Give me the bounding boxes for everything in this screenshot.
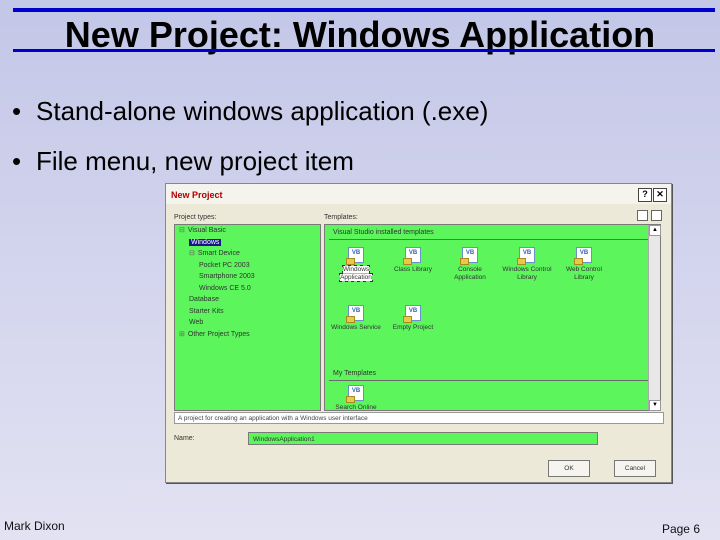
dialog-titlebar: New Project ? ✕ xyxy=(166,184,671,204)
web-control-library-icon: VB xyxy=(574,247,592,265)
group-divider xyxy=(329,380,649,381)
template-name: Windows Service xyxy=(331,324,381,331)
tree-item[interactable]: Pocket PC 2003 xyxy=(179,260,255,272)
installed-templates-heading: Visual Studio installed templates xyxy=(333,229,434,236)
tree-item-label: Pocket PC 2003 xyxy=(199,261,250,269)
tree-item-label: Visual Basic xyxy=(187,227,226,234)
tree-item-label: Web xyxy=(189,319,204,326)
footer-author: Mark Dixon xyxy=(4,519,65,533)
help-button[interactable]: ? xyxy=(638,188,652,202)
footer-page-number: Page 6 xyxy=(661,522,700,536)
project-name-input[interactable]: WindowsApplication1 xyxy=(248,432,598,445)
template-name: Console Application xyxy=(454,266,486,281)
tree-item-label: Windows CE 5.0 xyxy=(199,284,251,292)
bullet-marker: • xyxy=(12,146,22,176)
tree-item-label: Database xyxy=(189,296,219,303)
bullet-item: • File menu, new project item xyxy=(12,136,488,186)
large-icons-view-icon[interactable] xyxy=(637,210,648,221)
tree-item[interactable]: Web xyxy=(179,317,255,329)
tree-item-label: Smart Device xyxy=(197,250,240,257)
template-item[interactable]: VB Web Control Library xyxy=(559,247,609,282)
template-name: Class Library xyxy=(394,266,432,273)
template-name: Windows Control Library xyxy=(502,266,552,281)
class-library-icon: VB xyxy=(403,247,421,265)
new-project-dialog: New Project ? ✕ Project types: Templates… xyxy=(165,183,672,483)
my-templates-heading: My Templates xyxy=(333,370,377,377)
template-item[interactable]: VB Empty Project xyxy=(388,305,438,332)
tree-item[interactable]: ⊟ Smart Device xyxy=(179,248,255,260)
templates-scrollbar[interactable]: ▲ ▼ xyxy=(648,225,661,411)
templates-label: Templates: xyxy=(324,214,358,221)
tree-item-label: Smartphone 2003 xyxy=(199,273,255,280)
tree-list: ⊟ Visual Basic Windows ⊟ Smart Device Pocket … xyxy=(179,225,255,340)
template-item[interactable]: VB Class Library xyxy=(388,247,438,274)
scroll-down-icon[interactable]: ▼ xyxy=(649,400,661,411)
empty-project-icon: VB xyxy=(403,305,421,323)
bullet-marker: • xyxy=(12,96,22,126)
tree-item-label: Windows xyxy=(189,238,222,246)
expand-icon[interactable]: ⊞ xyxy=(179,331,185,338)
bullet-text: File menu, new project item xyxy=(36,146,354,176)
template-item[interactable]: VB Console Application xyxy=(445,247,495,282)
dialog-title: New Project xyxy=(171,190,223,200)
title-rule-bottom xyxy=(13,49,715,52)
template-name: Windows Application xyxy=(339,265,373,282)
tree-item-label: Other Project Types xyxy=(187,330,250,338)
search-online-templates-icon: VB xyxy=(346,385,364,403)
tree-item-label: Starter Kits xyxy=(189,307,224,315)
collapse-icon[interactable]: ⊟ xyxy=(179,227,185,234)
collapse-icon[interactable]: ⊟ xyxy=(189,250,195,257)
project-types-label: Project types: xyxy=(174,214,217,221)
tree-item[interactable]: Windows CE 5.0 xyxy=(179,283,255,295)
template-item[interactable]: VB Windows Control Library xyxy=(502,247,552,282)
bullet-item: • Stand-alone windows application (.exe) xyxy=(12,86,488,136)
template-description: A project for creating an application wi… xyxy=(174,412,664,424)
group-divider xyxy=(329,239,649,240)
bullet-text: Stand-alone windows application (.exe) xyxy=(36,96,489,126)
ok-button[interactable]: OK xyxy=(548,460,590,477)
tree-item[interactable]: Database xyxy=(179,294,255,306)
windows-application-icon: VB xyxy=(346,247,364,265)
project-types-tree[interactable]: ⊟ Visual Basic Windows ⊟ Smart Device Pocket … xyxy=(174,224,321,411)
template-item[interactable]: VB Windows Service xyxy=(331,305,381,332)
close-button[interactable]: ✕ xyxy=(653,188,667,202)
tree-item[interactable]: ⊞ Other Project Types xyxy=(179,329,255,341)
template-name: Web Control Library xyxy=(565,266,602,281)
bullet-list: • Stand-alone windows application (.exe)… xyxy=(12,86,488,186)
tree-item[interactable]: ⊟ Visual Basic xyxy=(179,225,255,237)
templates-list[interactable]: Visual Studio installed templates VB Wind… xyxy=(324,224,661,419)
name-label: Name: xyxy=(174,435,195,442)
windows-control-library-icon: VB xyxy=(517,247,535,265)
tree-item[interactable]: Smartphone 2003 xyxy=(179,271,255,283)
cancel-button[interactable]: Cancel xyxy=(614,460,656,477)
tree-item[interactable]: Windows xyxy=(179,237,255,249)
tree-item[interactable]: Starter Kits xyxy=(179,306,255,318)
scroll-up-icon[interactable]: ▲ xyxy=(649,225,661,236)
slide-title: New Project: Windows Application xyxy=(64,14,656,55)
small-icons-view-icon[interactable] xyxy=(651,210,662,221)
template-name: Empty Project xyxy=(392,324,434,331)
template-item[interactable]: VB Windows Application xyxy=(331,247,381,282)
console-application-icon: VB xyxy=(460,247,478,265)
windows-service-icon: VB xyxy=(346,305,364,323)
